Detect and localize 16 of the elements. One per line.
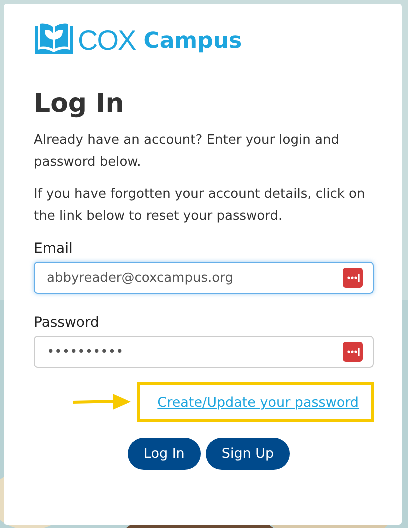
login-button[interactable]: Log In [128, 438, 201, 470]
instruction-text: If you have forgotten your account details, click on the link below to reset your password. [34, 186, 366, 226]
password-field[interactable]: •••••••••• [34, 336, 374, 368]
logo-product-name: Campus [144, 28, 242, 56]
email-field[interactable]: abbyreader@coxcampus.org [34, 262, 374, 294]
book-sprout-icon [34, 22, 74, 56]
instruction-text: Already have an account? Enter your login and password below. [34, 132, 340, 172]
field-value: •••••••••• [47, 344, 125, 360]
password-manager-icon [343, 342, 363, 362]
page-title: Log In [34, 88, 126, 120]
logo-wordmark: COX [78, 26, 136, 56]
signup-button[interactable]: Sign Up [206, 438, 290, 470]
field-value: abbyreader@coxcampus.org [47, 270, 234, 286]
password-manager-icon [343, 268, 363, 288]
field-label: Email [34, 240, 73, 258]
field-label: Password [34, 314, 100, 332]
